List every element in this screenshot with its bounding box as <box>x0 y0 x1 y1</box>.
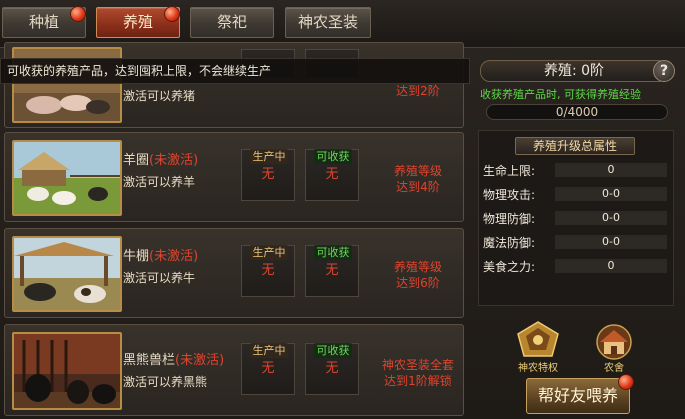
producing-label: 生产中 <box>250 343 288 358</box>
attr-key: 美食之力: <box>483 260 536 274</box>
tab-shennong-equipment[interactable]: 神农圣装 <box>285 7 371 38</box>
harvest-value: 无 <box>325 167 339 182</box>
attr-value: 0 <box>555 259 667 273</box>
exp-hint: 收获养殖产品时, 可获得养殖经验 <box>480 88 641 101</box>
unlock-requirement: 神农圣装全套 达到1阶解锁 <box>373 357 463 389</box>
bear-pen-thumbnail <box>12 332 122 410</box>
row-description: 激活可以养黑熊 <box>123 375 208 389</box>
privilege-emblem-icon <box>517 321 559 357</box>
shennong-privilege-button[interactable]: 神农特权 <box>514 320 562 374</box>
attr-value: 0-0 <box>555 211 667 225</box>
requirement-line-1: 养殖等级 <box>393 164 442 178</box>
breeding-rank: 养殖: 0阶 <box>480 60 668 82</box>
notification-dot <box>70 6 86 22</box>
help-friend-feed-button[interactable]: 帮好友喂养 <box>526 378 630 414</box>
notification-dot <box>164 6 180 22</box>
farmhouse-icon <box>596 324 632 360</box>
harvest-label: 可收获 <box>314 149 352 164</box>
pen-name-text: 牛棚 <box>123 249 150 264</box>
activation-state: (未激活) <box>149 153 199 168</box>
requirement-line-2: 达到1阶解锁 <box>384 374 452 388</box>
privilege-label: 神农特权 <box>518 363 558 374</box>
activation-state: (未激活) <box>175 353 225 368</box>
sheep-pen-thumbnail <box>12 140 122 216</box>
farmhouse-button[interactable]: 农舍 <box>590 320 638 374</box>
pen-name: 黑熊兽栏(未激活) <box>123 349 224 368</box>
harvest-value: 无 <box>325 263 339 278</box>
attr-key: 魔法防御: <box>483 236 536 250</box>
farmhouse-label: 农舍 <box>604 363 624 374</box>
attr-food-power: 美食之力: 0 <box>483 257 669 275</box>
pen-name: 羊圈(未激活) <box>123 149 198 168</box>
row-description: 激活可以养猪 <box>123 89 196 103</box>
attr-hp: 生命上限: 0 <box>483 161 669 179</box>
requirement-line-1: 神农圣装全套 <box>381 358 454 372</box>
attr-key: 生命上限: <box>483 164 536 178</box>
requirement-line-2: 达到2阶 <box>396 84 440 98</box>
breeding-info-panel: 养殖: 0阶 ? 收获养殖产品时, 可获得养殖经验 0/4000 养殖升级总属性… <box>472 50 682 416</box>
farm-window: 种植 养殖 祭祀 神农圣装 可收获的养殖产品，达到囤积上限，不会继续生产 激活可… <box>0 0 685 419</box>
pen-name-text: 羊圈 <box>123 153 150 168</box>
producing-label: 生产中 <box>250 149 288 164</box>
attr-physical-defense: 物理防御: 0-0 <box>483 209 669 227</box>
unlock-requirement: 养殖等级 达到6阶 <box>373 259 463 291</box>
requirement-line-1: 养殖等级 <box>393 260 442 274</box>
upgrade-attributes: 养殖升级总属性 生命上限: 0 物理攻击: 0-0 物理防御: 0-0 魔法防御… <box>478 130 674 306</box>
notification-dot <box>618 374 634 390</box>
attr-physical-attack: 物理攻击: 0-0 <box>483 185 669 203</box>
tab-bar: 种植 养殖 祭祀 神农圣装 <box>0 0 685 48</box>
attributes-title: 养殖升级总属性 <box>515 137 635 155</box>
row-description: 激活可以养羊 <box>123 175 196 189</box>
tab-sacrifice[interactable]: 祭祀 <box>190 7 274 38</box>
harvest-slot[interactable]: 可收获 无 <box>305 343 359 395</box>
attr-key: 物理攻击: <box>483 188 536 202</box>
producing-slot[interactable]: 生产中 无 <box>241 343 295 395</box>
harvest-slot[interactable]: 可收获 无 <box>305 245 359 297</box>
requirement-line-2: 达到6阶 <box>396 276 440 290</box>
breeding-row-pig[interactable]: 激活可以养猪 达到2阶 <box>4 42 464 128</box>
attr-value: 0-0 <box>555 187 667 201</box>
pen-name-text: 黑熊兽栏 <box>123 353 176 368</box>
unlock-requirement: 养殖等级 达到4阶 <box>373 163 463 195</box>
exp-bar: 0/4000 <box>486 104 668 120</box>
row-description: 激活可以养牛 <box>123 271 196 285</box>
producing-value: 无 <box>261 361 275 376</box>
help-icon[interactable]: ? <box>653 60 675 82</box>
cattle-shed-thumbnail <box>12 236 122 312</box>
storage-full-notice: 可收获的养殖产品，达到囤积上限，不会继续生产 <box>0 58 470 84</box>
attr-value: 0 <box>555 163 667 177</box>
harvest-label: 可收获 <box>314 245 352 260</box>
harvest-label: 可收获 <box>314 343 352 358</box>
attr-magic-defense: 魔法防御: 0-0 <box>483 233 669 251</box>
breeding-row-black-bear[interactable]: 黑熊兽栏(未激活) 激活可以养黑熊 生产中 无 可收获 无 神农圣装全套 达到1… <box>4 324 464 416</box>
attr-value: 0-0 <box>555 235 667 249</box>
producing-value: 无 <box>261 167 275 182</box>
producing-label: 生产中 <box>250 245 288 260</box>
activation-state: (未激活) <box>149 249 199 264</box>
unlock-requirement: 达到2阶 <box>373 83 463 99</box>
harvest-value: 无 <box>325 361 339 376</box>
attr-key: 物理防御: <box>483 212 536 226</box>
producing-slot[interactable]: 生产中 无 <box>241 149 295 201</box>
requirement-line-2: 达到4阶 <box>396 180 440 194</box>
producing-slot[interactable]: 生产中 无 <box>241 245 295 297</box>
harvest-slot[interactable]: 可收获 无 <box>305 149 359 201</box>
breeding-row-cattle[interactable]: 牛棚(未激活) 激活可以养牛 生产中 无 可收获 无 养殖等级 达到6阶 <box>4 228 464 318</box>
breeding-row-sheep[interactable]: 羊圈(未激活) 激活可以养羊 生产中 无 可收获 无 养殖等级 达到4阶 <box>4 132 464 222</box>
producing-value: 无 <box>261 263 275 278</box>
pen-name: 牛棚(未激活) <box>123 245 198 264</box>
